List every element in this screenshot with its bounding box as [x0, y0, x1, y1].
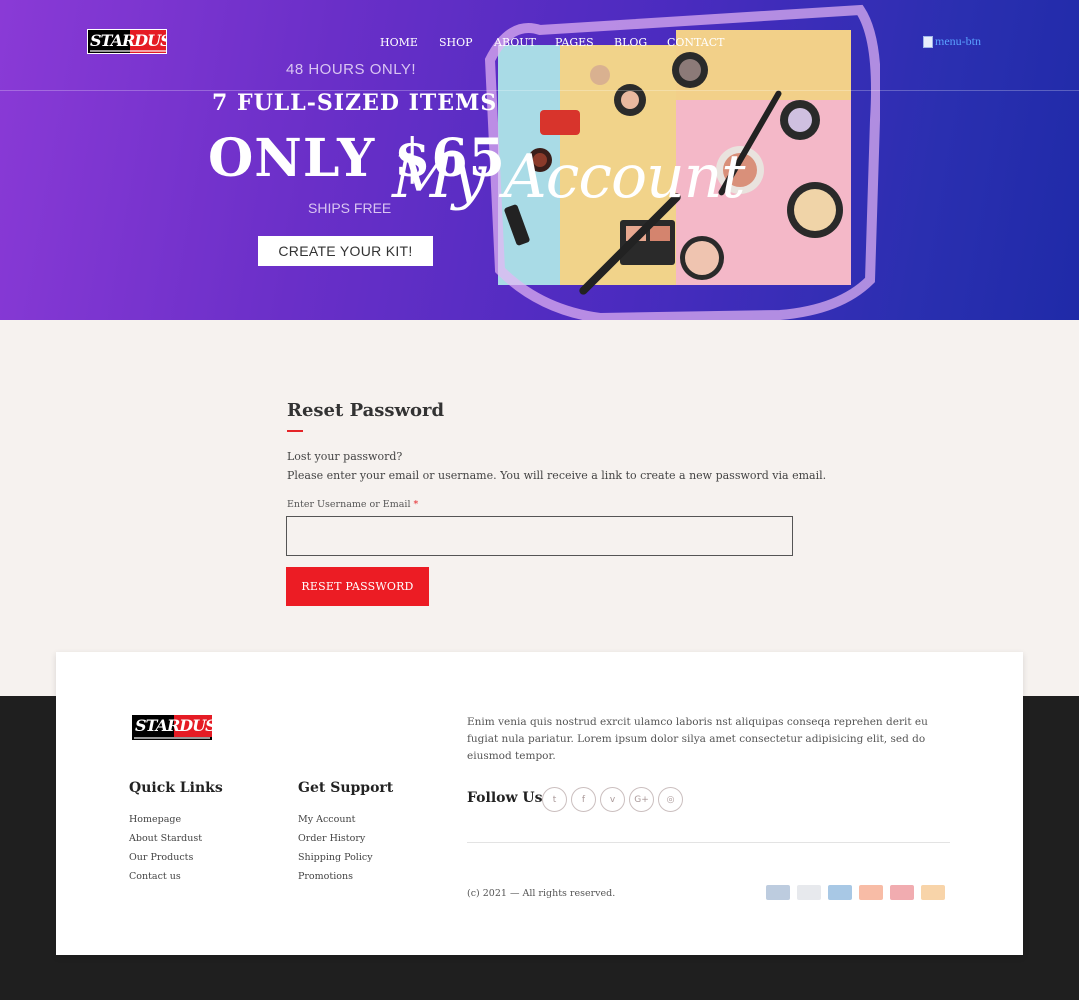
footer-link-homepage[interactable]: Homepage	[129, 813, 202, 832]
nav-blog[interactable]: BLOG	[614, 36, 647, 49]
get-support-heading: Get Support	[298, 780, 394, 796]
footer-link-order-history[interactable]: Order History	[298, 832, 373, 851]
footer-logo[interactable]: STARDUST	[132, 715, 212, 740]
facebook-icon[interactable]: f	[571, 787, 596, 812]
footer-about-text: Enim venia quis nostrud exrcit ulamco la…	[467, 716, 928, 762]
mastercard-icon	[859, 885, 883, 900]
nav-home[interactable]: HOME	[380, 36, 418, 49]
reset-password-heading: Reset Password	[287, 400, 445, 421]
footer-link-shipping-policy[interactable]: Shipping Policy	[298, 851, 373, 870]
nav-contact[interactable]: CONTACT	[667, 36, 725, 49]
visa-icon	[766, 885, 790, 900]
broken-image-icon	[923, 35, 933, 48]
footer-link-promotions[interactable]: Promotions	[298, 870, 373, 889]
quick-links-list: Homepage About Stardust Our Products Con…	[129, 813, 202, 889]
twitter-icon[interactable]: t	[542, 787, 567, 812]
instagram-icon[interactable]: ◎	[658, 787, 683, 812]
lost-password-text: Lost your password?	[287, 450, 403, 463]
discover-icon	[921, 885, 945, 900]
footer-link-about[interactable]: About Stardust	[129, 832, 202, 851]
menu-button[interactable]: menu-btn	[923, 34, 981, 49]
page-title: My Account	[392, 142, 745, 212]
social-links: t f v G+ ◎	[542, 787, 683, 812]
username-email-field[interactable]	[286, 516, 793, 556]
site-logo[interactable]: STARDUST	[87, 29, 167, 54]
copyright-text: (c) 2021 — All rights reserved.	[467, 888, 616, 899]
follow-us-heading: Follow Us	[467, 790, 543, 806]
maestro-icon	[890, 885, 914, 900]
heading-underline	[287, 430, 303, 432]
payment-methods	[766, 885, 945, 900]
footer-divider	[467, 842, 950, 843]
username-email-label: Enter Username or Email *	[287, 499, 419, 510]
create-kit-button[interactable]: CREATE YOUR KIT!	[258, 236, 433, 266]
google-plus-icon[interactable]: G+	[629, 787, 654, 812]
nav-pages[interactable]: PAGES	[555, 36, 594, 49]
footer-link-contact[interactable]: Contact us	[129, 870, 202, 889]
promo-tagline: 48 HOURS ONLY!	[286, 61, 417, 78]
required-marker: *	[413, 499, 419, 510]
promo-items: 7 FULL-SIZED ITEMS	[212, 90, 498, 116]
nav-shop[interactable]: SHOP	[439, 36, 473, 49]
reset-password-button[interactable]: RESET PASSWORD	[286, 567, 429, 606]
reset-instructions: Please enter your email or username. You…	[287, 469, 827, 482]
footer-link-my-account[interactable]: My Account	[298, 813, 373, 832]
promo-shipping: SHIPS FREE	[308, 200, 392, 216]
header-divider	[0, 90, 1079, 91]
support-links-list: My Account Order History Shipping Policy…	[298, 813, 373, 889]
footer-link-products[interactable]: Our Products	[129, 851, 202, 870]
card-icon	[797, 885, 821, 900]
amex-icon	[828, 885, 852, 900]
nav-about[interactable]: ABOUT	[494, 36, 536, 49]
quick-links-heading: Quick Links	[129, 780, 223, 796]
vimeo-icon[interactable]: v	[600, 787, 625, 812]
